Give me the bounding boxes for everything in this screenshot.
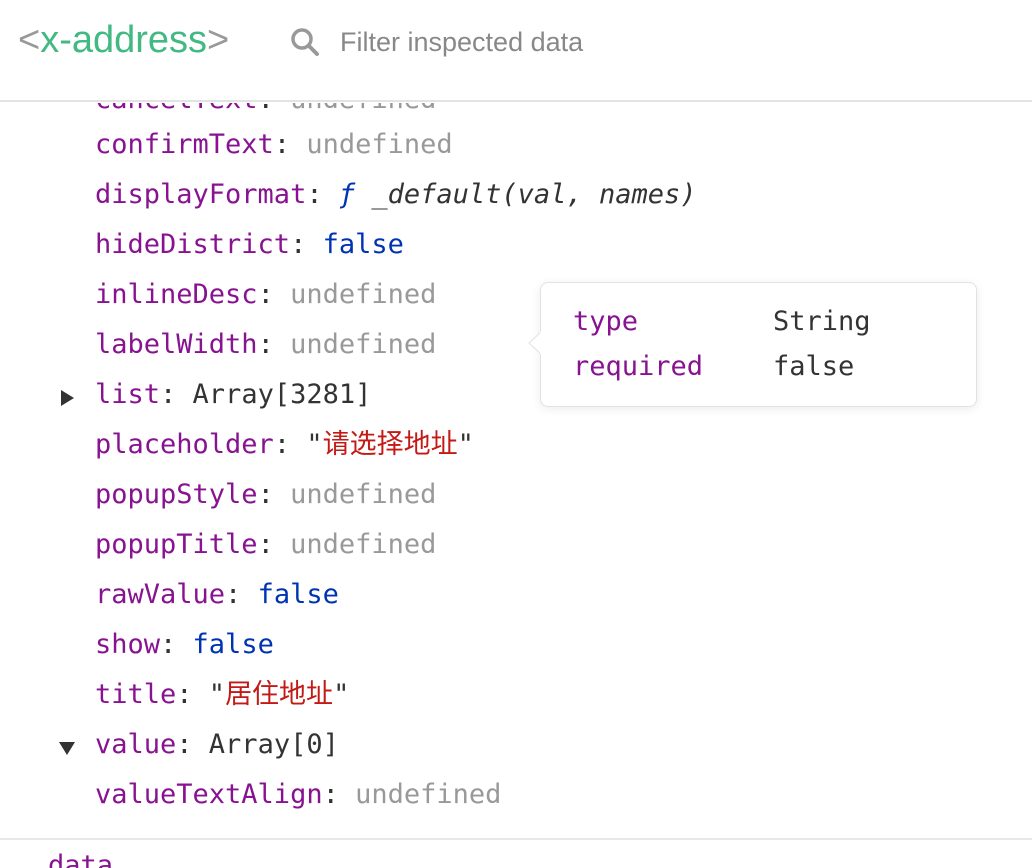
prop-key: inlineDesc: [95, 279, 258, 310]
expand-arrow-down-icon[interactable]: [58, 739, 76, 757]
prop-value: Array[3281]: [192, 379, 372, 410]
expand-arrow-right-icon[interactable]: [58, 389, 76, 407]
prop-row[interactable]: popupStyle: undefined: [0, 470, 1032, 520]
prop-row[interactable]: placeholder: "请选择地址": [0, 420, 1032, 470]
tooltip-pointer-icon: [528, 332, 550, 354]
prop-key: show: [95, 629, 161, 660]
prop-row[interactable]: show: false: [0, 620, 1032, 670]
component-name: <x-address>: [18, 14, 229, 66]
prop-row[interactable]: rawValue: false: [0, 570, 1032, 620]
tooltip-key: type: [573, 306, 639, 337]
prop-value: undefined: [290, 279, 437, 310]
prop-key: popupStyle: [95, 479, 258, 510]
section-label: data: [48, 850, 114, 868]
inspector-header: <x-address>: [0, 0, 1032, 102]
prop-value: 居住地址: [225, 679, 334, 710]
prop-key: cancelText: [95, 103, 258, 115]
prop-row[interactable]: displayFormat: ƒ _default(val, names): [0, 170, 1032, 220]
prop-value: undefined: [355, 779, 502, 810]
prop-value: false: [257, 579, 339, 610]
prop-key: value: [95, 729, 177, 760]
tooltip-value: false: [773, 351, 855, 382]
close-bracket: >: [207, 19, 230, 61]
prop-value: undefined: [306, 129, 453, 160]
prop-row[interactable]: popupTitle: undefined: [0, 520, 1032, 570]
function-keyword: ƒ: [338, 179, 356, 210]
prop-row[interactable]: title: "居住地址": [0, 670, 1032, 720]
prop-value: undefined: [290, 329, 437, 360]
prop-value: false: [322, 229, 404, 260]
props-list: cancelText: undefined confirmText: undef…: [0, 103, 1032, 836]
prop-value: Array[0]: [208, 729, 339, 760]
prop-value: 请选择地址: [322, 429, 458, 460]
prop-key: labelWidth: [95, 329, 258, 360]
prop-key: valueTextAlign: [95, 779, 323, 810]
open-bracket: <: [18, 19, 41, 61]
prop-row[interactable]: confirmText: undefined: [0, 120, 1032, 170]
prop-key: list: [95, 379, 161, 410]
prop-key: confirmText: [95, 129, 274, 160]
prop-value: undefined: [290, 529, 437, 560]
data-section: data: [0, 840, 1032, 868]
prop-row[interactable]: valueTextAlign: undefined: [0, 770, 1032, 820]
prop-key: hideDistrict: [95, 229, 291, 260]
prop-value: false: [192, 629, 274, 660]
prop-key: rawValue: [95, 579, 226, 610]
component-name-text: x-address: [40, 19, 208, 61]
prop-value: _default(val, names): [371, 179, 697, 210]
prop-value: undefined: [290, 479, 437, 510]
search-icon: [291, 28, 319, 56]
prop-tooltip: type String required false: [540, 282, 977, 407]
prop-key: title: [95, 679, 177, 710]
tooltip-key: required: [573, 351, 704, 382]
prop-row[interactable]: hideDistrict: false: [0, 220, 1032, 270]
prop-key: displayFormat: [95, 179, 307, 210]
prop-value: undefined: [290, 103, 436, 115]
prop-row[interactable]: value: Array[0]: [0, 720, 1032, 770]
prop-key: placeholder: [95, 429, 274, 460]
prop-key: popupTitle: [95, 529, 258, 560]
filter-input[interactable]: [340, 22, 760, 62]
tooltip-value: String: [773, 306, 871, 337]
